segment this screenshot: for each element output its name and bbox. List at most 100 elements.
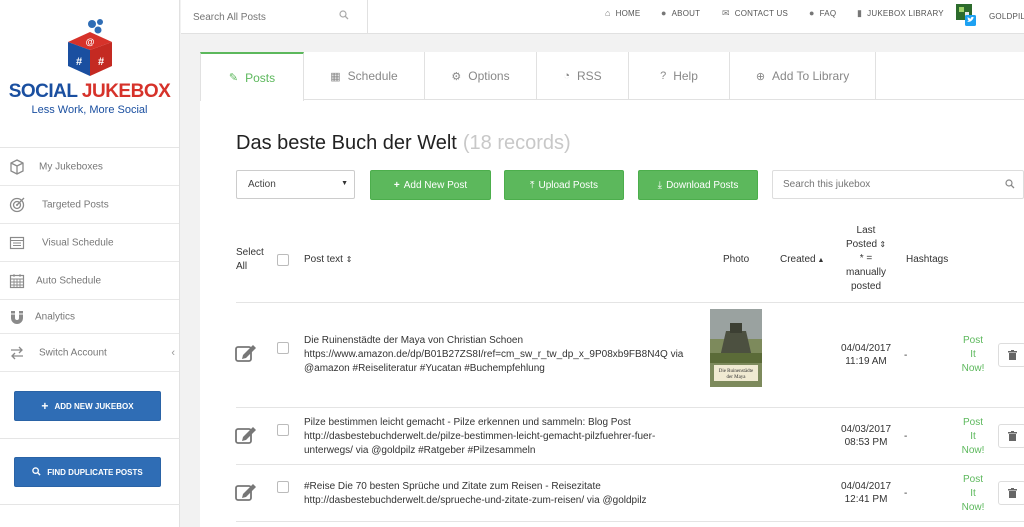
delete-post-button[interactable]: [998, 481, 1024, 505]
trash-icon: [1007, 350, 1017, 360]
collapse-sidebar-icon[interactable]: ‹: [171, 347, 175, 359]
search-icon[interactable]: [1005, 179, 1015, 192]
svg-text:#: #: [75, 56, 81, 68]
question-icon: ?: [660, 70, 667, 82]
post-text: #Reise Die 70 besten Sprüche und Zitate …: [304, 481, 647, 506]
search-icon: [32, 466, 41, 478]
info-icon: ●: [661, 8, 667, 18]
search-icon[interactable]: [339, 10, 349, 23]
top-bar: ⌂HOME ●ABOUT ✉CONTACT US ●FAQ ▮JUKEBOX L…: [181, 0, 1024, 34]
download-posts-button[interactable]: ⤓ Download Posts: [638, 170, 758, 200]
sort-up-icon: ▲: [815, 257, 825, 264]
sidebar-item-label: Auto Schedule: [36, 275, 102, 286]
sidebar-item-label: Analytics: [35, 311, 76, 322]
record-count: (18 records): [462, 132, 571, 154]
calendar-list-icon: [8, 234, 26, 252]
last-posted-value: 04/03/2017 08:53 PM: [840, 424, 892, 448]
select-all-checkbox[interactable]: [277, 254, 289, 266]
nav-jukebox-library[interactable]: ▮ JUKEBOX LIBRARY: [857, 8, 944, 19]
nav-home[interactable]: ⌂ HOME: [605, 8, 640, 18]
sidebar-item-label: Switch Account: [39, 347, 107, 358]
svg-text:der Maya: der Maya: [726, 375, 746, 380]
nav-about[interactable]: ● ABOUT: [661, 8, 700, 18]
rss-icon: ◔: [563, 70, 570, 82]
row-checkbox[interactable]: [277, 424, 289, 436]
edit-post-icon[interactable]: [235, 482, 257, 502]
row-divider: [236, 302, 1024, 303]
nav-contact[interactable]: ✉ CONTACT US: [722, 8, 788, 19]
column-header-last-posted[interactable]: Last Posted ⇕ * = manually posted: [836, 224, 896, 294]
upload-icon: ⤒: [530, 179, 535, 191]
post-photo-thumbnail[interactable]: Die Ruinenstädte der Maya: [710, 309, 762, 387]
sidebar-item-analytics[interactable]: Analytics: [0, 300, 179, 334]
plus-icon: +: [41, 399, 49, 413]
hashtags-value: -: [904, 350, 908, 361]
sidebar: @ # # SOCIAL JUKEBOX Less Work, More Soc…: [0, 0, 180, 527]
caret-down-icon: ▼: [341, 180, 348, 187]
brand-tagline: Less Work, More Social: [31, 104, 148, 116]
sidebar-item-label: My Jukeboxes: [39, 161, 103, 172]
tab-add-to-library[interactable]: ⊕ Add To Library: [730, 52, 876, 100]
svg-text:#: #: [97, 56, 103, 68]
action-dropdown[interactable]: Action ▼: [236, 170, 355, 199]
book-icon: ▮: [857, 8, 863, 18]
jukebox-cube-logo-icon: @ # #: [67, 19, 112, 76]
brand-name: SOCIAL JUKEBOX: [8, 81, 171, 102]
find-duplicate-posts-button[interactable]: FIND DUPLICATE POSTS: [14, 457, 161, 487]
column-header-created[interactable]: Created ▲: [780, 254, 824, 265]
brand-logo[interactable]: @ # # SOCIAL JUKEBOX Less Work, More Soc…: [0, 0, 179, 148]
nav-user-account[interactable]: GOLDPIL: [989, 12, 1024, 21]
switch-arrows-icon: [8, 344, 26, 362]
plus-icon: +: [393, 179, 400, 191]
nav-faq[interactable]: ● FAQ: [809, 8, 836, 18]
search-all-posts: [193, 0, 368, 34]
column-header-hashtags: Hashtags: [906, 254, 949, 265]
post-it-now-link[interactable]: Post It Now!: [955, 334, 991, 376]
twitter-avatar[interactable]: [956, 4, 976, 26]
tab-options[interactable]: ⚙ Options: [425, 52, 537, 100]
add-new-post-button[interactable]: + Add New Post: [370, 170, 491, 200]
tab-bar: ✎ Posts ▦ Schedule ⚙ Options ◔ RSS ? Help ⊕ Ad…: [200, 52, 1024, 101]
sidebar-item-auto-schedule[interactable]: Auto Schedule: [0, 262, 179, 300]
jukebox-search-input[interactable]: [783, 179, 983, 190]
sidebar-item-visual-schedule[interactable]: Visual Schedule: [0, 224, 179, 262]
post-text: Die Ruinenstädte der Maya von Christian …: [304, 335, 684, 374]
tab-rss[interactable]: ◔ RSS: [537, 52, 629, 100]
delete-post-button[interactable]: [998, 343, 1024, 367]
sidebar-item-my-jukeboxes[interactable]: My Jukeboxes: [0, 148, 179, 186]
upload-posts-button[interactable]: ⤒ Upload Posts: [504, 170, 624, 200]
calendar-icon: ▦: [330, 70, 341, 83]
row-checkbox[interactable]: [277, 342, 289, 354]
edit-post-icon[interactable]: [235, 425, 257, 445]
last-posted-value: 04/04/2017 11:19 AM: [840, 343, 892, 367]
last-posted-value: 04/04/2017 12:41 PM: [840, 481, 892, 505]
tab-posts[interactable]: ✎ Posts: [200, 52, 304, 101]
row-checkbox[interactable]: [277, 481, 289, 493]
tab-schedule[interactable]: ▦ Schedule: [304, 52, 425, 100]
row-divider: [236, 464, 1024, 465]
tab-help[interactable]: ? Help: [629, 52, 730, 100]
jukebox-search: [772, 170, 1024, 199]
edit-post-icon[interactable]: [235, 343, 257, 363]
svg-text:@: @: [85, 37, 94, 47]
gear-icon: ⚙: [451, 70, 462, 83]
main-content: ✎ Posts ▦ Schedule ⚙ Options ◔ RSS ? Help ⊕ Ad…: [200, 52, 1024, 527]
divider: [0, 504, 180, 505]
post-it-now-link[interactable]: Post It Now!: [955, 416, 991, 458]
post-it-now-link[interactable]: Post It Now!: [955, 473, 991, 515]
delete-post-button[interactable]: [998, 424, 1024, 448]
calendar-grid-icon: [8, 272, 26, 290]
search-all-posts-input[interactable]: [193, 11, 333, 23]
sidebar-item-label: Visual Schedule: [42, 237, 114, 248]
hashtags-value: -: [904, 488, 908, 499]
sidebar-item-switch-account[interactable]: Switch Account ‹: [0, 334, 179, 372]
target-icon: [8, 196, 26, 214]
cube-icon: [8, 158, 26, 176]
sidebar-item-targeted-posts[interactable]: Targeted Posts: [0, 186, 179, 224]
hashtags-value: -: [904, 431, 908, 442]
column-header-post-text[interactable]: Post text ⇕: [304, 254, 352, 265]
add-new-jukebox-button[interactable]: + ADD NEW JUKEBOX: [14, 391, 161, 421]
trash-icon: [1007, 488, 1017, 498]
envelope-icon: ✉: [722, 8, 730, 18]
magnet-icon: [8, 308, 26, 326]
